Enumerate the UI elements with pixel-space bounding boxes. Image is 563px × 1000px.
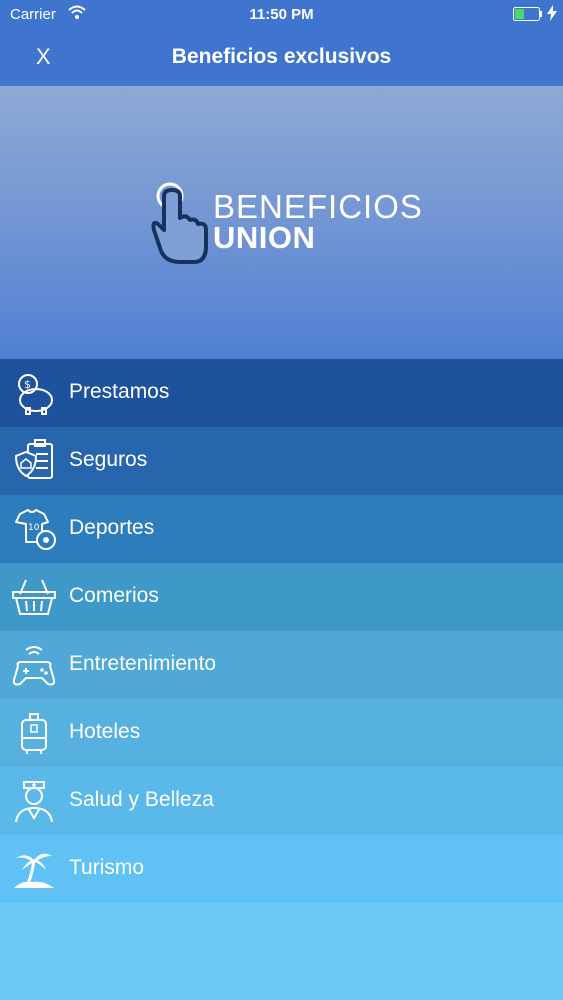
status-bar: Carrier 11:50 PM	[0, 0, 563, 30]
charging-bolt-icon	[547, 5, 557, 21]
piggy-bank-icon: $	[18, 374, 53, 415]
menu-item-label: Seguros	[69, 448, 148, 471]
menu-item-label: Deportes	[69, 516, 155, 539]
menu-item-hoteles[interactable]: Hoteles	[0, 699, 563, 767]
menu-item-turismo[interactable]: Turismo	[0, 835, 563, 903]
menu-item-label: Prestamos	[69, 380, 170, 403]
shopping-basket-icon	[12, 579, 56, 615]
svg-text:$: $	[24, 378, 31, 391]
battery-icon	[513, 7, 542, 21]
status-time: 11:50 PM	[249, 6, 314, 23]
menu-item-label: Comerios	[69, 584, 159, 607]
menu-item-deportes[interactable]: 10 Deportes	[0, 495, 563, 563]
menu-item-entretenimiento[interactable]: Entretenimiento	[0, 631, 563, 699]
sports-icon: 10	[15, 509, 56, 550]
menu-item-salud-y-belleza[interactable]: Salud y Belleza	[0, 767, 563, 835]
nav-bar: X Beneficios exclusivos	[0, 30, 563, 86]
menu-item-comerios[interactable]: Comerios	[0, 563, 563, 631]
menu-item-prestamos[interactable]: $ Prestamos	[0, 359, 563, 427]
svg-text:10: 10	[28, 523, 40, 533]
menu-item-seguros[interactable]: Seguros	[0, 427, 563, 495]
menu-item-label: Turismo	[69, 856, 145, 879]
palm-island-icon	[14, 853, 54, 888]
page-title: Beneficios exclusivos	[171, 45, 392, 68]
nurse-icon	[15, 781, 53, 823]
logo-text-union: UNION	[213, 220, 316, 255]
hero-banner: BENEFICIOS UNION	[0, 86, 563, 359]
menu-item-label: Entretenimiento	[69, 652, 217, 675]
logo: BENEFICIOS UNION	[150, 182, 430, 272]
gamepad-icon	[12, 646, 56, 686]
luggage-icon	[21, 713, 47, 754]
insurance-icon	[14, 439, 53, 479]
pointing-hand-icon	[151, 182, 208, 264]
menu-item-label: Salud y Belleza	[69, 788, 214, 811]
menu-item-label: Hoteles	[69, 720, 141, 743]
benefits-menu: $ Prestamos Seguros 10 Deportes Comerios…	[0, 359, 563, 903]
